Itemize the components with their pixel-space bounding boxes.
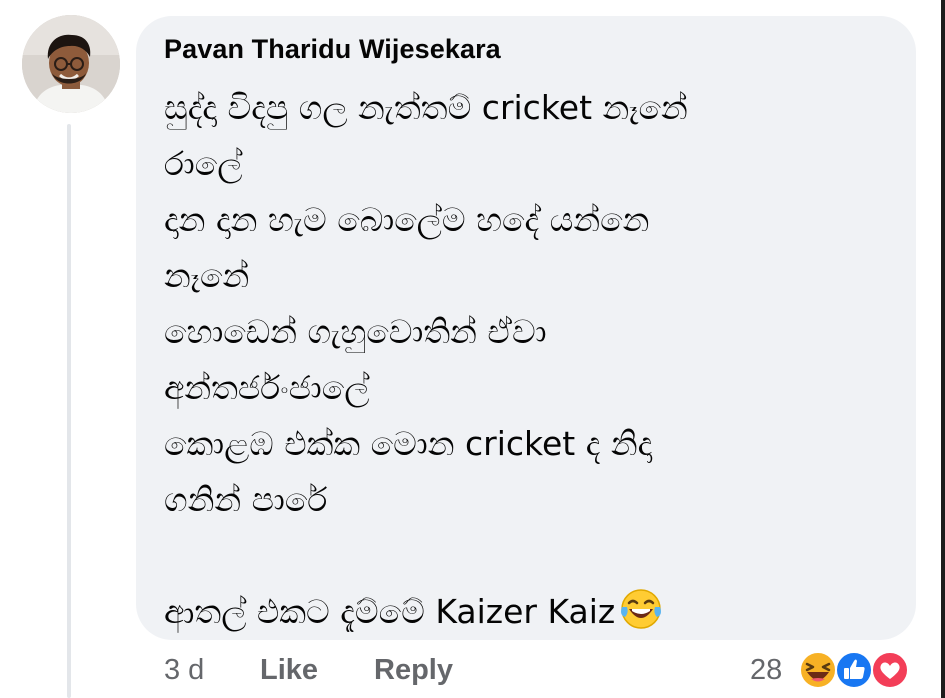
reply-button[interactable]: Reply — [374, 654, 453, 687]
reactions-summary[interactable]: 28 — [750, 648, 920, 692]
window-edge — [941, 0, 945, 698]
comment-line: නෑනේ — [164, 256, 250, 295]
comment-line: රාලේ — [164, 144, 243, 183]
laughing-tears-emoji-icon — [621, 589, 662, 629]
comment-line: කොළඹ එක්ක මොන cricket ද නිදා — [164, 424, 653, 463]
comment-line: අන්තර්ජංජාලේ — [164, 368, 370, 407]
comment-timestamp[interactable]: 3 d — [164, 654, 204, 687]
reaction-count: 28 — [750, 654, 783, 686]
comment-line: සුද්දා විදපු ගල නැත්තම් cricket නෑනේ — [164, 88, 688, 127]
comment-last-line-text: ආතල් එකට දැම්මේ Kaizer Kaiz — [164, 592, 616, 631]
comment-author-name[interactable]: Pavan Tharidu Wijesekara — [164, 34, 501, 65]
comment-line: හොඩෙන් ගැහුවොතින් ඒවා — [164, 312, 547, 351]
author-avatar[interactable] — [22, 15, 120, 113]
avatar-photo — [22, 15, 120, 113]
comment-screenshot: Pavan Tharidu Wijesekara සුද්දා විදපු ගල… — [0, 0, 945, 698]
like-reaction-icon — [835, 651, 873, 689]
haha-reaction-icon — [799, 651, 837, 689]
thread-line — [67, 124, 71, 698]
comment-line: ගනින් පාරේ — [164, 480, 328, 519]
love-reaction-icon — [871, 651, 909, 689]
like-button[interactable]: Like — [260, 654, 318, 687]
comment-line: දාන දාන හැම බොලේම හදේ යන්නෙ — [164, 200, 650, 239]
comment-text: සුද්දා විදපු ගල නැත්තම් cricket නෑනේ රාල… — [164, 80, 884, 640]
comment-last-line: ආතල් එකට දැම්මේ Kaizer Kaiz — [164, 584, 884, 640]
